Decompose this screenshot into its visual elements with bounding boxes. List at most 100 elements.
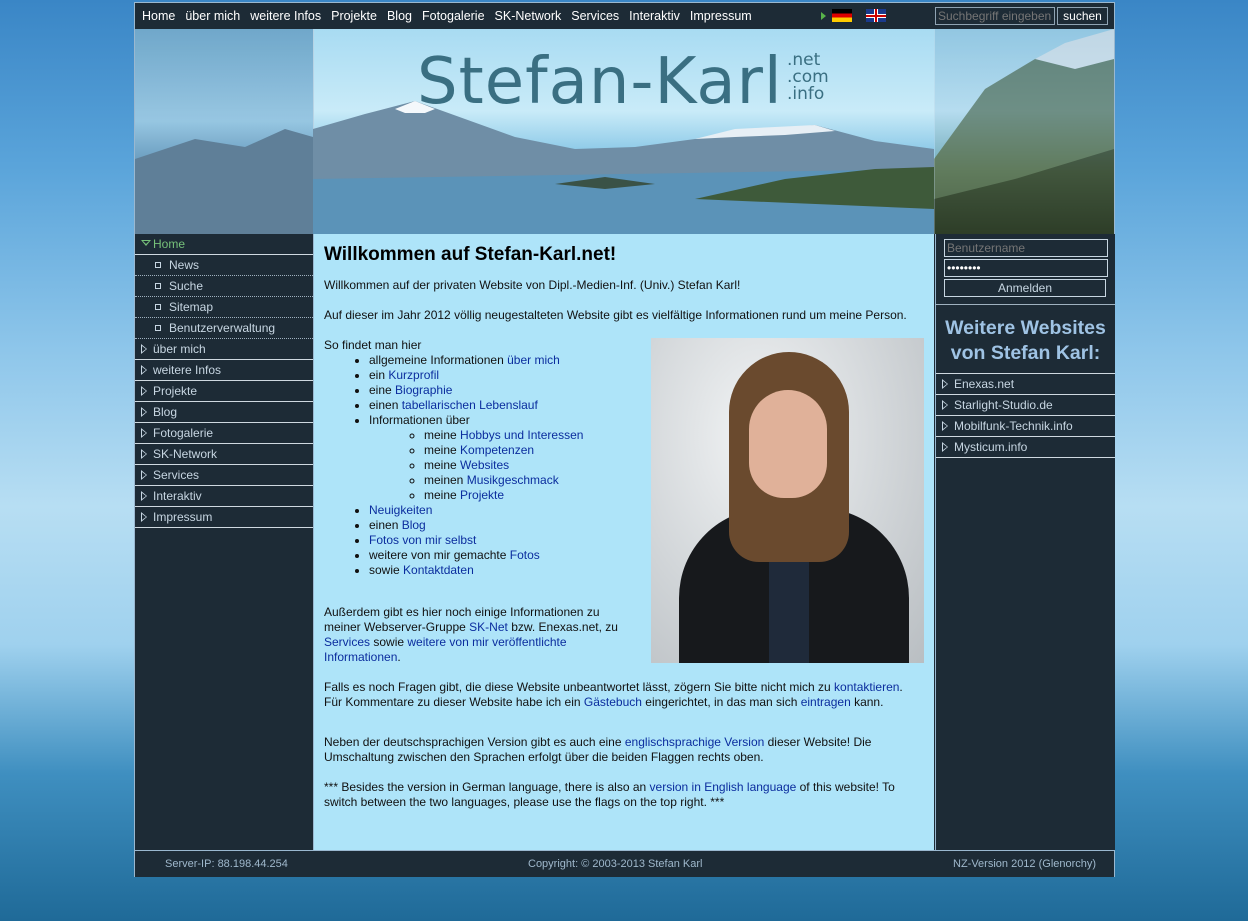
sidebar-item-label: SK-Network [153, 447, 218, 461]
sidebar-subitem-label: Sitemap [169, 300, 214, 314]
language-paragraph-de: Neben der deutschsprachigen Version gibt… [324, 735, 872, 764]
link-blog[interactable]: Blog [402, 518, 426, 532]
square-bullet-icon [155, 304, 161, 310]
triangle-right-icon [942, 379, 948, 389]
content-list: allgemeine Informationen über mich ein K… [324, 353, 583, 578]
sidebar-item-label: Home [153, 237, 186, 251]
topnav-ueber-mich[interactable]: über mich [185, 9, 240, 23]
link-kompetenzen[interactable]: Kompetenzen [460, 443, 534, 457]
link-musikgeschmack[interactable]: Musikgeschmack [467, 473, 559, 487]
sidebar-item-label: Blog [153, 405, 178, 419]
link-kontaktdaten[interactable]: Kontaktdaten [403, 563, 474, 577]
page-container: Home über mich weitere Infos Projekte Bl… [134, 2, 1115, 877]
topnav-weitere-infos[interactable]: weitere Infos [250, 9, 321, 23]
triangle-right-icon [141, 365, 147, 375]
sidebar-subitem-suche[interactable]: Suche [135, 276, 313, 297]
list-item: Fotos von mir selbst [369, 533, 583, 548]
topnav-sk-network[interactable]: SK-Network [495, 9, 562, 23]
site-link-label: Starlight-Studio.de [954, 398, 1053, 412]
triangle-right-icon [141, 449, 147, 459]
password-field[interactable] [944, 259, 1108, 277]
websites-list: Enexas.net Starlight-Studio.de Mobilfunk… [936, 373, 1115, 458]
sidebar-item-ueber-mich[interactable]: über mich [135, 339, 313, 360]
header-image-right [934, 29, 1114, 234]
link-services[interactable]: Services [324, 635, 370, 649]
site-logo[interactable]: Stefan-Karl [417, 45, 783, 119]
link-eintragen[interactable]: eintragen [801, 695, 851, 709]
footer: Server-IP: 88.198.44.254 Copyright: © 20… [135, 850, 1114, 877]
triangle-down-icon [141, 240, 151, 246]
link-fotos-selbst[interactable]: Fotos von mir selbst [369, 533, 476, 547]
triangle-right-icon [141, 407, 147, 417]
list-item: Informationen über meine Hobbys und Inte… [369, 413, 583, 503]
login-button[interactable]: Anmelden [944, 279, 1106, 297]
sidebar-item-weitere-infos[interactable]: weitere Infos [135, 360, 313, 381]
list-item: meinen Musikgeschmack [424, 473, 583, 488]
page-title: Willkommen auf Stefan-Karl.net! [324, 244, 617, 265]
site-link-mobilfunk-technik[interactable]: Mobilfunk-Technik.info [936, 415, 1115, 436]
sidebar-subitem-benutzerverwaltung[interactable]: Benutzerverwaltung [135, 318, 313, 339]
sidebar-item-blog[interactable]: Blog [135, 402, 313, 423]
sidebar-item-sk-network[interactable]: SK-Network [135, 444, 313, 465]
arrow-right-icon [821, 11, 826, 20]
link-projekte[interactable]: Projekte [460, 488, 504, 502]
link-biographie[interactable]: Biographie [395, 383, 452, 397]
link-neuigkeiten[interactable]: Neuigkeiten [369, 503, 432, 517]
link-fotos[interactable]: Fotos [510, 548, 540, 562]
main-content: Willkommen auf Stefan-Karl.net! Willkomm… [314, 234, 934, 850]
british-flag-icon[interactable] [866, 9, 886, 22]
link-ueber-mich[interactable]: über mich [507, 353, 560, 367]
sidebar-item-label: Projekte [153, 384, 198, 398]
link-kontaktieren[interactable]: kontaktieren [834, 680, 899, 694]
list-item: meine Projekte [424, 488, 583, 503]
search-button[interactable]: suchen [1057, 7, 1108, 25]
site-link-mysticum[interactable]: Mysticum.info [936, 436, 1115, 458]
sidebar-item-projekte[interactable]: Projekte [135, 381, 313, 402]
topnav-interaktiv[interactable]: Interaktiv [629, 9, 680, 23]
site-link-label: Mysticum.info [954, 440, 1028, 454]
sidebar-subitem-sitemap[interactable]: Sitemap [135, 297, 313, 318]
sidebar-item-home[interactable]: Home [135, 234, 313, 255]
sidebar-item-services[interactable]: Services [135, 465, 313, 486]
list-item: einen tabellarischen Lebenslauf [369, 398, 583, 413]
sidebar-item-label: Impressum [153, 510, 213, 524]
header-banner: Stefan-Karl .net .com .info [135, 29, 1114, 234]
list-item: eine Biographie [369, 383, 583, 398]
topnav-fotogalerie[interactable]: Fotogalerie [422, 9, 485, 23]
topnav-home[interactable]: Home [142, 9, 175, 23]
logo-tld-info: .info [787, 84, 825, 104]
link-english-version[interactable]: version in English language [650, 780, 797, 794]
sidebar-item-impressum[interactable]: Impressum [135, 507, 313, 528]
list-item: meine Hobbys und Interessen [424, 428, 583, 443]
site-link-starlight-studio[interactable]: Starlight-Studio.de [936, 394, 1115, 415]
topnav-blog[interactable]: Blog [387, 9, 412, 23]
link-websites[interactable]: Websites [460, 458, 509, 472]
sidebar-item-label: über mich [153, 342, 206, 356]
german-flag-icon[interactable] [832, 9, 852, 22]
sidebar-subitem-news[interactable]: News [135, 255, 313, 276]
sidebar-item-label: weitere Infos [153, 363, 222, 377]
username-field[interactable] [944, 239, 1108, 257]
site-link-enexas[interactable]: Enexas.net [936, 373, 1115, 394]
list-item: einen Blog [369, 518, 583, 533]
topnav-projekte[interactable]: Projekte [331, 9, 377, 23]
link-sk-net[interactable]: SK-Net [469, 620, 508, 634]
link-kurzprofil[interactable]: Kurzprofil [388, 368, 439, 382]
list-item: ein Kurzprofil [369, 368, 583, 383]
link-hobbys[interactable]: Hobbys und Interessen [460, 428, 583, 442]
divider [936, 304, 1115, 305]
right-sidebar: Anmelden Weitere Websites von Stefan Kar… [935, 234, 1115, 850]
topnav-services[interactable]: Services [571, 9, 619, 23]
sidebar-navigation: Home News Suche Sitemap Benutzerverwaltu… [135, 234, 314, 850]
list-item: Neuigkeiten [369, 503, 583, 518]
search-input[interactable] [935, 7, 1055, 25]
link-lebenslauf[interactable]: tabellarischen Lebenslauf [402, 398, 538, 412]
triangle-right-icon [141, 386, 147, 396]
link-englische-version[interactable]: englischsprachige Version [625, 735, 764, 749]
triangle-right-icon [942, 400, 948, 410]
sidebar-item-interaktiv[interactable]: Interaktiv [135, 486, 313, 507]
link-gaestebuch[interactable]: Gästebuch [584, 695, 642, 709]
topnav-impressum[interactable]: Impressum [690, 9, 752, 23]
language-paragraph-en: *** Besides the version in German langua… [324, 780, 895, 809]
sidebar-item-fotogalerie[interactable]: Fotogalerie [135, 423, 313, 444]
